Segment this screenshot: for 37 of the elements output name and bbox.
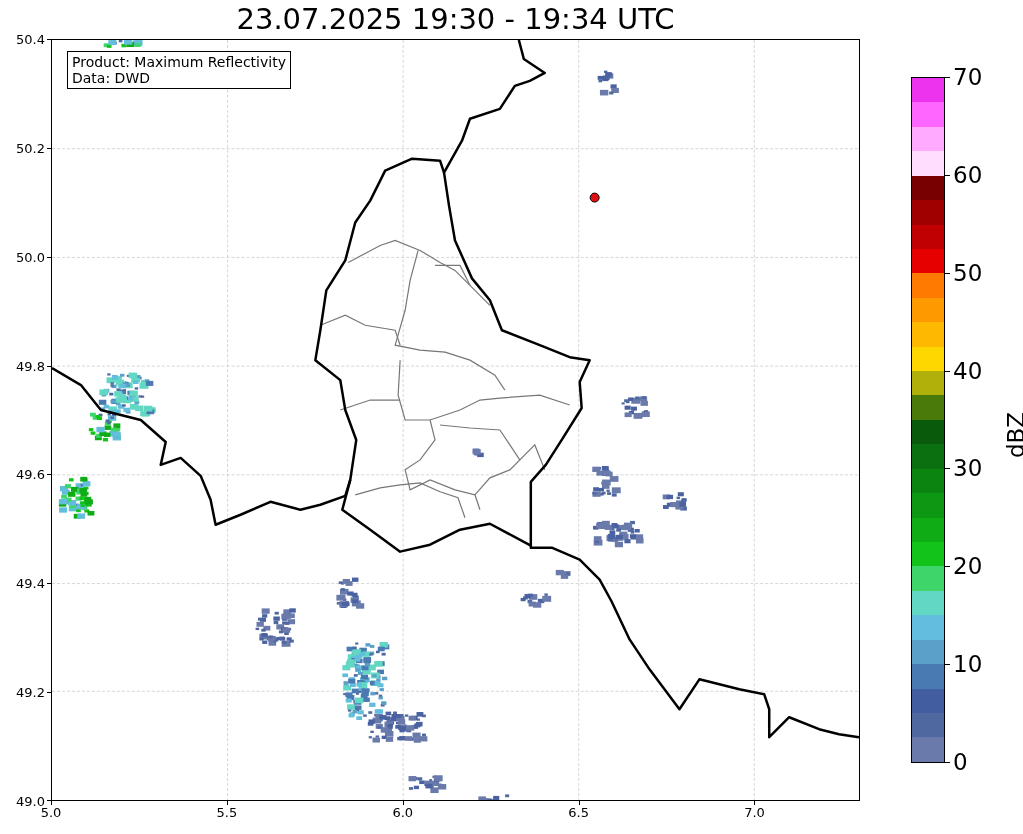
axis-tick-label: 49.2 bbox=[16, 684, 45, 700]
info-text: Product: Maximum Reflectivity bbox=[72, 54, 286, 70]
axis-tick-label: 50.0 bbox=[16, 249, 45, 265]
radar-echo-drawing bbox=[520, 593, 552, 608]
radar-echo-drawing bbox=[336, 577, 365, 609]
colorbar-tick-label: 30 bbox=[953, 455, 983, 482]
colorbar-tick-label: 10 bbox=[953, 651, 983, 678]
radar-echo-drawing bbox=[597, 70, 619, 96]
axis-tick-label: 49.6 bbox=[16, 466, 45, 482]
axis-tick-label: 50.4 bbox=[16, 31, 45, 47]
colorbar-tick-label: 60 bbox=[953, 161, 983, 188]
chart-title: 23.07.2025 19:30 - 19:34 UTC bbox=[235, 1, 676, 38]
radar-echo-drawing bbox=[592, 466, 621, 497]
axis-tick-label: 6.5 bbox=[568, 805, 589, 820]
radar-echo-drawing bbox=[555, 569, 571, 579]
radar-echo-drawing bbox=[593, 520, 644, 548]
location-marker bbox=[589, 192, 600, 203]
radar-echo-drawing bbox=[408, 775, 447, 793]
axis-tick-label: 6.0 bbox=[392, 805, 414, 820]
colorbar-tick-label: 0 bbox=[953, 749, 968, 775]
axis-tick-label: 49.8 bbox=[16, 358, 45, 374]
axis-tick-label: 7.0 bbox=[744, 805, 765, 820]
radar-echo-drawing bbox=[255, 608, 296, 647]
radar-echo-drawing bbox=[58, 476, 95, 519]
radar-echo-drawing bbox=[103, 40, 143, 48]
axis-tick-label: 50.2 bbox=[16, 140, 45, 156]
radar-echo-drawing bbox=[621, 396, 650, 419]
axis-tick-label: 49.4 bbox=[16, 575, 45, 591]
radar-echo-drawing bbox=[478, 794, 510, 800]
colorbar-tick-label: 20 bbox=[953, 553, 983, 580]
radar-echo-drawing bbox=[662, 492, 687, 511]
colorbar-tick-label: 70 bbox=[953, 64, 983, 90]
radar-echo-drawing bbox=[472, 448, 484, 458]
colorbar-tick-label: 50 bbox=[953, 259, 983, 286]
axis-tick-label: 5.5 bbox=[216, 805, 238, 820]
info-text: Data: DWD bbox=[72, 70, 151, 86]
colorbar-tick-label: 40 bbox=[953, 357, 983, 384]
